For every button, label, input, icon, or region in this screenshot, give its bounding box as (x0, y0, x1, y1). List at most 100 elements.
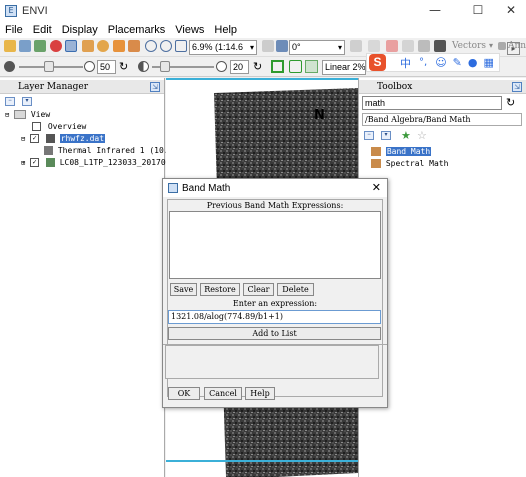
stretch-combo[interactable]: Linear 2% (322, 60, 366, 75)
tree-item-landsat[interactable]: ⊞ ✓ LC08_L1TP_123033_20170710_ (21, 157, 185, 169)
menu-display[interactable]: Display (57, 24, 103, 36)
raster-label: rhwfz.dat (59, 134, 106, 143)
toolbox-search-input[interactable]: math (362, 96, 502, 110)
menu-views[interactable]: Views (170, 24, 209, 36)
pan-hand-icon[interactable] (82, 40, 94, 52)
rotate-left-icon[interactable] (262, 40, 274, 52)
expand-all-icon[interactable]: ▾ (381, 131, 391, 140)
contrast-icon (138, 61, 149, 72)
grid-menu-icon[interactable]: ▦ (483, 56, 493, 69)
pen-icon[interactable]: ✎ (453, 56, 462, 69)
dialog-title-bar: Band Math ✕ (163, 179, 387, 197)
contrast-slider-knob[interactable] (160, 61, 170, 72)
raster-checkbox[interactable]: ✓ (30, 134, 40, 143)
cancel-button[interactable]: Cancel (204, 387, 242, 400)
toolbox-item-spectral-math[interactable]: Spectral Math (371, 158, 448, 170)
close-button[interactable]: ✕ (496, 2, 526, 18)
layer-manager-title: Layer Manager (18, 82, 89, 92)
brightness-value[interactable]: 50 (97, 60, 116, 74)
data-manager-icon[interactable] (19, 40, 31, 52)
fit-to-view-icon[interactable] (175, 40, 187, 52)
chevron-down-icon: ▾ (249, 43, 254, 52)
zoom-combo[interactable]: 6.9% (1:14.6 ▾ (189, 40, 257, 55)
rotate-right-icon[interactable] (276, 40, 288, 52)
brightness-max-icon (84, 61, 95, 72)
vector-create-icon[interactable] (368, 40, 380, 52)
vectors-dropdown-icon[interactable]: ▾ (489, 41, 493, 50)
minimize-button[interactable]: — (420, 2, 450, 18)
clear-button[interactable]: Clear (243, 283, 274, 296)
reset-icon[interactable]: ↻ (253, 60, 262, 73)
expression-input[interactable]: 1321.08/alog(774.89/b1+1) (168, 310, 381, 324)
band-label: Thermal Infrared 1 (10.90 (57, 146, 179, 155)
add-to-list-button[interactable]: Add to List (168, 327, 381, 340)
add-favorite-icon[interactable]: ★ (401, 129, 411, 142)
zoom-out-icon[interactable] (160, 40, 172, 52)
cursor-value-icon[interactable] (50, 40, 62, 52)
save-button[interactable]: Save (170, 283, 197, 296)
menu-help[interactable]: Help (209, 24, 242, 36)
pin-icon[interactable]: ⇲ (150, 82, 160, 92)
menu-placemarks[interactable]: Placemarks (103, 24, 170, 36)
vector-edit-icon[interactable] (386, 40, 398, 52)
restore-button[interactable]: Restore (200, 283, 240, 296)
zoom-in-icon[interactable] (145, 40, 157, 52)
tree-item-overview[interactable]: Overview (32, 121, 86, 133)
microphone-icon[interactable]: ● (468, 56, 478, 69)
rotate-icon[interactable] (113, 40, 125, 52)
collapse-all-icon[interactable]: − (364, 131, 374, 140)
reset-icon[interactable]: ↻ (119, 60, 128, 73)
toolbox-item-band-math[interactable]: Band Math (371, 146, 432, 158)
contrast-max-icon (216, 61, 227, 72)
band-math-dialog: Band Math ✕ Previous Band Math Expressio… (162, 178, 388, 408)
vectors-menu[interactable]: Vectors (452, 41, 486, 51)
favorite-icon[interactable]: ☆ (417, 129, 427, 142)
sogou-ime-icon[interactable]: S (369, 54, 386, 71)
maximize-button[interactable]: ☐ (463, 2, 493, 18)
overview-checkbox[interactable] (32, 122, 41, 131)
overview-label: Overview (47, 122, 87, 131)
dialog-app-icon (168, 183, 178, 193)
delete-button[interactable]: Delete (277, 283, 314, 296)
vectors-overflow-icon[interactable]: ▸ (507, 42, 520, 55)
rotation-combo[interactable]: 0° ▾ (289, 40, 345, 55)
vector-join-icon[interactable] (402, 40, 414, 52)
keyboard-icon[interactable] (434, 40, 446, 52)
north-up-icon[interactable] (350, 40, 362, 52)
crop-icon[interactable] (271, 60, 284, 73)
tree-item-band[interactable]: Thermal Infrared 1 (10.90 (44, 145, 178, 157)
band-math-label: Band Math (385, 147, 432, 156)
collapse-all-icon[interactable]: − (5, 97, 15, 106)
help-button[interactable]: Help (245, 387, 275, 400)
dialog-close-button[interactable]: ✕ (372, 181, 381, 194)
select-arrow-icon[interactable] (65, 40, 77, 52)
toolbox-title: Toolbox (377, 82, 413, 92)
open-folder-icon[interactable] (4, 40, 16, 52)
layer-manager-panel: Layer Manager ⇲ − ▾ ⊟ View Overview ⊟ ✓ … (0, 78, 185, 477)
expand-all-icon[interactable]: ▾ (22, 97, 32, 106)
previous-expressions-list[interactable] (169, 211, 381, 279)
variables-pane (165, 345, 379, 379)
vertex-icon[interactable] (418, 40, 430, 52)
landsat-checkbox[interactable]: ✓ (30, 158, 40, 167)
ok-button[interactable]: OK (168, 387, 200, 400)
zoom-box-icon[interactable] (128, 40, 140, 52)
tree-item-view[interactable]: ⊟ View (5, 109, 50, 121)
stretch-icon[interactable] (305, 60, 318, 73)
menu-edit[interactable]: Edit (28, 24, 57, 36)
ime-language[interactable]: 中 (400, 55, 411, 71)
menu-file[interactable]: File (0, 24, 28, 36)
contrast-value[interactable]: 20 (230, 60, 249, 74)
emoji-icon[interactable]: ☺ (435, 56, 446, 69)
chevron-down-icon: ▾ (337, 43, 342, 52)
punctuation-icon[interactable]: °, (419, 57, 427, 68)
full-extent-icon[interactable] (289, 60, 302, 73)
pin-icon[interactable]: ⇲ (512, 82, 522, 92)
tree-item-raster[interactable]: ⊟ ✓ rhwfz.dat (21, 133, 106, 145)
layers-icon[interactable] (34, 40, 46, 52)
dialog-title: Band Math (182, 182, 231, 194)
brightness-slider-knob[interactable] (44, 61, 54, 72)
refresh-icon[interactable]: ↻ (506, 96, 515, 109)
fly-icon[interactable] (97, 40, 109, 52)
annotation-icon[interactable] (498, 42, 506, 50)
